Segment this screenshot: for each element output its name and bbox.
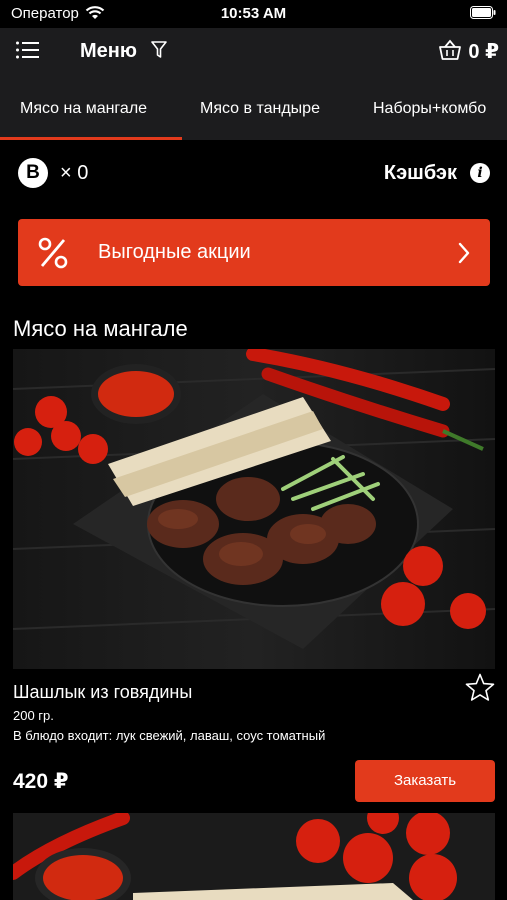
bonus-row: B × 0 Кэшбэк i xyxy=(0,150,507,200)
order-button[interactable]: Заказать xyxy=(355,760,495,802)
cart-total[interactable]: 0 ₽ xyxy=(468,39,499,64)
cashback-label[interactable]: Кэшбэк xyxy=(384,162,457,185)
tab-meat-tandoor[interactable]: Мясо в тандыре xyxy=(200,100,320,118)
tab-sets-combo[interactable]: Наборы+комбо xyxy=(373,100,486,118)
product-description: В блюдо входит: лук свежий, лаваш, соус … xyxy=(13,728,326,743)
basket-icon[interactable] xyxy=(438,39,462,61)
filter-icon[interactable] xyxy=(151,41,167,59)
product-price: 420 ₽ xyxy=(13,770,69,793)
promotions-label: Выгодные акции xyxy=(98,241,251,263)
chevron-right-icon xyxy=(458,242,470,264)
percent-icon xyxy=(38,237,68,269)
menu-list-icon[interactable] xyxy=(15,40,41,60)
battery-icon xyxy=(470,6,496,19)
product-name[interactable]: Шашлык из говядины xyxy=(13,682,192,703)
promotions-button[interactable]: Выгодные акции xyxy=(18,219,490,286)
info-icon[interactable]: i xyxy=(470,163,490,183)
bonus-coin-icon: B xyxy=(18,158,48,188)
active-tab-indicator xyxy=(0,137,182,140)
tab-meat-grill[interactable]: Мясо на мангале xyxy=(20,100,147,118)
product-image-next[interactable] xyxy=(13,813,495,900)
category-tabs: Мясо на мангале Мясо в тандыре Наборы+ко… xyxy=(0,80,507,140)
page-title: Меню xyxy=(80,40,137,62)
favorite-star-icon[interactable] xyxy=(465,673,495,701)
product-image[interactable] xyxy=(13,349,495,669)
product-weight: 200 гр. xyxy=(13,708,54,723)
section-title: Мясо на мангале xyxy=(13,316,188,341)
clock: 10:53 AM xyxy=(220,5,287,22)
app-header: Меню 0 ₽ xyxy=(0,28,507,80)
status-bar: Оператор 10:53 AM xyxy=(0,0,507,28)
bonus-count: × 0 xyxy=(60,162,89,184)
